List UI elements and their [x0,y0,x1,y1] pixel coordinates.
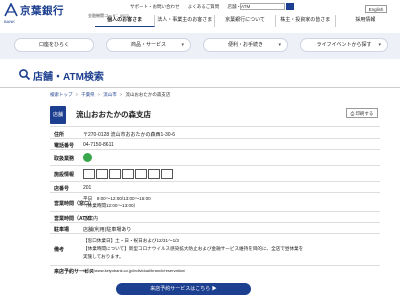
utility-links: サポート・お問い合わせ よくあるご質問 店舗・ATM [130,4,257,10]
gnav-personal[interactable]: 個人のお客さま [95,15,156,27]
subnav-life-events[interactable]: ライフイベントから探す ▾ [300,38,388,52]
breadcrumb-separator: > [97,92,101,97]
row-facility: 施設情報 [50,166,380,182]
subnav-procedures[interactable]: 便利・お手続き ▾ [203,38,288,52]
reservation-cta-button[interactable]: 来店予約サービスはこちら ▶ [116,283,251,295]
breadcrumb: 検索トップ > 千葉県 > 流山市 > 流山おおたかの森支店 [50,92,170,98]
branch-header: 店舗 流山おおたかの森支店 ⎙ 印刷する [50,103,380,127]
facility-icon [161,169,173,179]
page-title-bar: 店舗・ATM検索 [0,62,400,88]
breadcrumb-separator: > [75,92,79,97]
handling-icons [83,153,92,162]
logo-sub: BANK [4,19,15,24]
branch-name: 流山おおたかの森支店 [76,110,151,119]
row-label: 住所 [54,132,65,138]
search-input[interactable] [240,3,285,10]
util-link-faq[interactable]: よくあるご質問 [188,4,220,9]
row-label: 備考 [54,247,65,253]
chevron-down-icon: ▾ [378,42,381,48]
facility-icon [83,169,95,179]
facility-icon [122,169,134,179]
facility-icon [109,169,121,179]
address-value: 〒270-0128 流山市おおたかの森西1-30-6 [83,132,175,138]
facility-icon [148,169,160,179]
subnav-label: 口座をひらく [38,42,69,48]
search-button[interactable] [286,3,294,17]
chevron-down-icon: ▾ [181,42,184,48]
parking-value: 店舗(利用)駐車場あり [83,227,132,233]
facility-icon [135,169,147,179]
breadcrumb-item[interactable]: 流山市 [103,92,117,97]
english-button[interactable]: English [365,5,387,13]
util-link-support[interactable]: サポート・お問い合わせ [130,4,180,9]
facility-icons [83,169,174,179]
row-reservation: 来店予約サービス https://www.keiyobank.co.jp/ind… [50,266,380,276]
subnav-label: 商品・サービス [130,42,166,48]
row-hours-atm: 営業時間（ATM） ご案内 [50,212,380,223]
gnav-about[interactable]: 京葉銀行について [215,15,276,27]
search-icon [19,69,31,81]
store-number-value: 201 [83,185,92,191]
hours-window-line1: 平日 9:00～12:00/13:00～15:00 [83,196,151,201]
notes-line2: 【休業時間について】新型コロナウイルス感染拡大防止および金融サービス維持を目的に… [83,246,304,251]
chevron-down-icon: ▾ [278,42,281,48]
breadcrumb-separator: > [119,92,123,97]
gnav-recruit[interactable]: 採用情報 [336,15,395,27]
page-title: 店舗・ATM検索 [33,72,104,83]
global-nav: 個人のお客さま 法人・事業主のお客さま 京葉銀行について 株主・投資家の皆さま … [95,15,395,27]
subnav-label: ライフイベントから探す [316,42,372,48]
subnav-open-account[interactable]: 口座をひらく [14,38,94,52]
reservation-link[interactable]: https://www.keiyobank.co.jp/individual/b… [83,268,185,273]
print-label: 印刷する [355,111,374,116]
branch-type-badge: 店舗 [50,106,66,124]
row-label: 駐車場 [54,227,70,233]
breadcrumb-current: 流山おおたかの森支店 [125,92,171,97]
service-icon [83,153,92,162]
breadcrumb-item[interactable]: 千葉県 [81,92,95,97]
subnav-products[interactable]: 商品・サービス ▾ [106,38,191,52]
row-address: 住所 〒270-0128 流山市おおたかの森西1-30-6 [50,128,380,139]
bank-logo[interactable]: 京葉銀行 BANK [4,3,64,35]
notes-line1: 【窓口休業日】土・日・祝日および12/31～1/3 [83,238,179,243]
gnav-investors[interactable]: 株主・投資家の皆さま [276,15,336,27]
phone-value[interactable]: 04-7150-8611 [83,142,114,148]
gnav-corporate[interactable]: 法人・事業主のお客さま [155,15,216,27]
row-label: 施設情報 [54,172,75,178]
subnav-label: 便利・お手続き [227,42,263,48]
row-phone: 電話番号 04-7150-8611 [50,139,380,150]
hours-window-line2: （休業時間12:00～13:00） [83,203,139,208]
breadcrumb-item[interactable]: 検索トップ [50,92,73,97]
hours-atm-link[interactable]: ご案内 [83,215,98,222]
print-button[interactable]: ⎙ 印刷する [346,108,378,118]
row-label: 取扱業務 [54,156,75,162]
logo-text: 京葉銀行 [20,5,64,17]
row-hours-window: 営業時間（窓口） 平日 9:00～12:00/13:00～15:00 （休業時間… [50,193,380,212]
row-notes: 備考 【窓口休業日】土・日・祝日および12/31～1/3 【休業時間について】新… [50,234,380,266]
row-store-number: 店番号 201 [50,182,380,193]
printer-icon: ⎙ [350,111,355,116]
row-parking: 駐車場 店舗(利用)駐車場あり [50,223,380,234]
row-handling: 取扱業務 [50,150,380,166]
row-label: 電話番号 [54,143,75,149]
logo-mark-icon [4,3,18,17]
facility-icon [96,169,108,179]
row-label: 店番号 [54,186,70,192]
notes-line3: 実施しております。 [83,254,124,259]
